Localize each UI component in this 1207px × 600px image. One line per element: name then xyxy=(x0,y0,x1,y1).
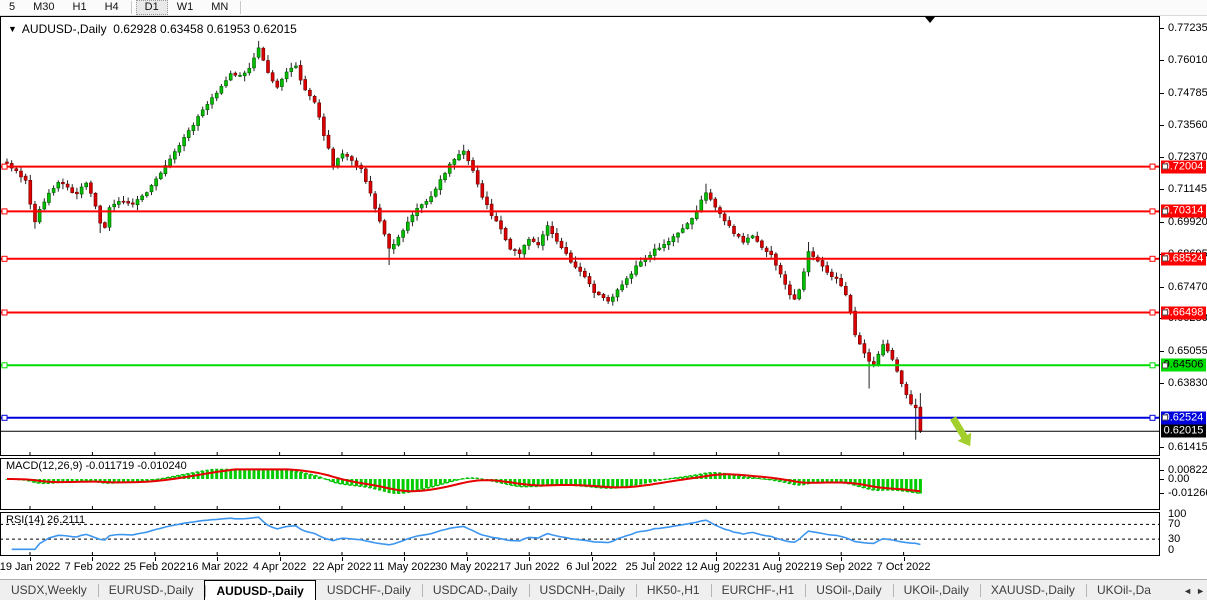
timeframe-button-h1[interactable]: H1 xyxy=(64,0,96,15)
trading-terminal-window: 5M30H1H4 D1W1MN ▼ AUDUSD-,Daily 0.62928 0.… xyxy=(0,0,1207,600)
price-axis-tick xyxy=(1160,125,1164,126)
date-label: 7 Feb 2022 xyxy=(65,561,121,573)
price-axis-label: 0.61415 xyxy=(1168,441,1207,453)
price-axis-label: 0.67470 xyxy=(1168,281,1207,293)
macd-axis-tick xyxy=(1160,479,1164,480)
chart-symbol-label: AUDUSD-,Daily xyxy=(22,22,107,36)
tab-usdchf-daily[interactable]: USDCHF-,Daily xyxy=(316,580,422,600)
symbol-dropdown-icon[interactable]: ▼ xyxy=(8,24,17,34)
hline-price-badge: 0.72004 xyxy=(1161,160,1206,173)
date-label: 31 Aug 2022 xyxy=(748,561,810,573)
tab-xauusd-daily[interactable]: XAUUSD-,Daily xyxy=(980,580,1086,600)
date-label: 30 May 2022 xyxy=(435,561,499,573)
toolbar-separator xyxy=(240,1,242,14)
date-label: 11 May 2022 xyxy=(373,561,436,573)
date-label: 7 Oct 2022 xyxy=(877,561,931,573)
macd-axis: 0.0082230.00-0.012669 xyxy=(1160,458,1207,510)
tab-ukoil-da[interactable]: UKOil-,Da xyxy=(1086,580,1162,600)
rsi-axis-label: 70 xyxy=(1168,518,1180,530)
price-axis: 0.772350.760100.747850.735600.723700.711… xyxy=(1160,16,1207,456)
price-chart-panel[interactable]: ▼ AUDUSD-,Daily 0.62928 0.63458 0.61953 0… xyxy=(0,16,1207,456)
price-axis-label: 0.73560 xyxy=(1168,119,1207,131)
timeframe-toolbar: 5M30H1H4 D1W1MN xyxy=(0,0,1207,16)
tab-usdcnh-daily[interactable]: USDCNH-,Daily xyxy=(529,580,636,600)
candlestick-chart[interactable] xyxy=(0,16,1160,456)
line-handle[interactable] xyxy=(1162,415,1168,421)
date-label: 4 Apr 2022 xyxy=(253,561,306,573)
date-axis: 19 Jan 2022 7 Feb 202225 Feb 202216 Mar 2… xyxy=(0,557,1207,578)
rsi-indicator-panel[interactable]: RSI(14) 26.2111 xyxy=(0,512,1207,556)
price-axis-tick xyxy=(1160,189,1164,190)
price-axis-label: 0.71145 xyxy=(1168,183,1207,195)
macd-label: MACD(12,26,9) -0.011719 -0.010240 xyxy=(6,460,187,472)
price-axis-label: 0.65055 xyxy=(1168,345,1207,357)
date-label: 19 Sep 2022 xyxy=(810,561,872,573)
price-axis-tick xyxy=(1160,157,1164,158)
tab-usdcad-daily[interactable]: USDCAD-,Daily xyxy=(422,580,529,600)
line-handle[interactable] xyxy=(1162,362,1168,368)
line-handle[interactable] xyxy=(1162,256,1168,262)
tab-usdx-weekly[interactable]: USDX,Weekly xyxy=(0,580,98,600)
price-axis-label: 0.74785 xyxy=(1168,87,1207,99)
price-axis-tick xyxy=(1160,383,1164,384)
date-label: 25 Jul 2022 xyxy=(626,561,683,573)
hline-price-badge: 0.64506 xyxy=(1161,359,1206,372)
timeframe-button-d1[interactable]: D1 xyxy=(136,0,168,15)
price-axis-tick xyxy=(1160,28,1164,29)
tab-hk50-h1[interactable]: HK50-,H1 xyxy=(636,580,711,600)
line-handle[interactable] xyxy=(1162,310,1168,316)
tab-usoil-daily[interactable]: USOil-,Daily xyxy=(805,580,892,600)
timeframe-button-h4[interactable]: H4 xyxy=(96,0,128,15)
date-label: 17 Jun 2022 xyxy=(499,561,560,573)
toolbar-separator xyxy=(131,1,133,14)
hline-price-badge: 0.70314 xyxy=(1161,205,1206,218)
rsi-axis: 10070300 xyxy=(1160,512,1207,556)
date-label: 19 Jan 2022 xyxy=(0,561,60,573)
price-axis-tick xyxy=(1160,447,1164,448)
price-axis-label: 0.63830 xyxy=(1168,377,1207,389)
rsi-label: RSI(14) 26.2111 xyxy=(6,514,85,526)
tab-scroll-buttons: ◄ ► xyxy=(1177,580,1205,600)
date-label: 6 Jul 2022 xyxy=(566,561,617,573)
line-handle[interactable] xyxy=(1162,164,1168,170)
price-axis-tick xyxy=(1160,287,1164,288)
price-axis-tick xyxy=(1160,222,1164,223)
chart-ohlc-values: 0.62928 0.63458 0.61953 0.62015 xyxy=(113,22,297,36)
timeframe-button-5[interactable]: 5 xyxy=(0,0,24,15)
price-axis-tick xyxy=(1160,60,1164,61)
rsi-axis-label: 0 xyxy=(1168,544,1174,556)
date-label: 22 Apr 2022 xyxy=(312,561,371,573)
current-price-price-badge: 0.62015 xyxy=(1161,425,1206,438)
line-handle[interactable] xyxy=(1162,208,1168,214)
tab-eurchf-h1[interactable]: EURCHF-,H1 xyxy=(711,580,806,600)
macd-axis-label: 0.00 xyxy=(1168,473,1189,485)
macd-axis-label: -0.012669 xyxy=(1168,487,1207,499)
macd-axis-tick xyxy=(1160,470,1164,471)
tab-audusd-daily[interactable]: AUDUSD-,Daily xyxy=(204,580,315,600)
timeframe-button-mn[interactable]: MN xyxy=(202,0,237,15)
macd-axis-tick xyxy=(1160,493,1164,494)
hline-price-badge: 0.62524 xyxy=(1161,411,1206,424)
tab-eurusd-daily[interactable]: EURUSD-,Daily xyxy=(98,580,205,600)
timeframe-button-w1[interactable]: W1 xyxy=(168,0,203,15)
rsi-plot[interactable] xyxy=(0,512,1160,556)
tab-ukoil-daily[interactable]: UKOil-,Daily xyxy=(893,580,980,600)
macd-indicator-panel[interactable]: MACD(12,26,9) -0.011719 -0.010240 xyxy=(0,458,1207,510)
chart-title: ▼ AUDUSD-,Daily 0.62928 0.63458 0.61953 0… xyxy=(8,22,297,36)
price-axis-label: 0.77235 xyxy=(1168,22,1207,34)
date-label: 16 Mar 2022 xyxy=(186,561,248,573)
timeframe-button-m30[interactable]: M30 xyxy=(24,0,63,15)
hline-price-badge: 0.68524 xyxy=(1161,252,1206,265)
price-axis-label: 0.76010 xyxy=(1168,54,1207,66)
tab-scroll-right-icon[interactable]: ► xyxy=(1196,586,1205,596)
price-axis-tick xyxy=(1160,351,1164,352)
price-axis-tick xyxy=(1160,93,1164,94)
chart-tab-bar: USDX,WeeklyEURUSD-,DailyAUDUSD-,DailyUSD… xyxy=(0,579,1207,600)
date-label: 25 Feb 2022 xyxy=(124,561,186,573)
date-label: 12 Aug 2022 xyxy=(685,561,747,573)
hline-price-badge: 0.66498 xyxy=(1161,306,1206,319)
tab-scroll-left-icon[interactable]: ◄ xyxy=(1183,586,1192,596)
